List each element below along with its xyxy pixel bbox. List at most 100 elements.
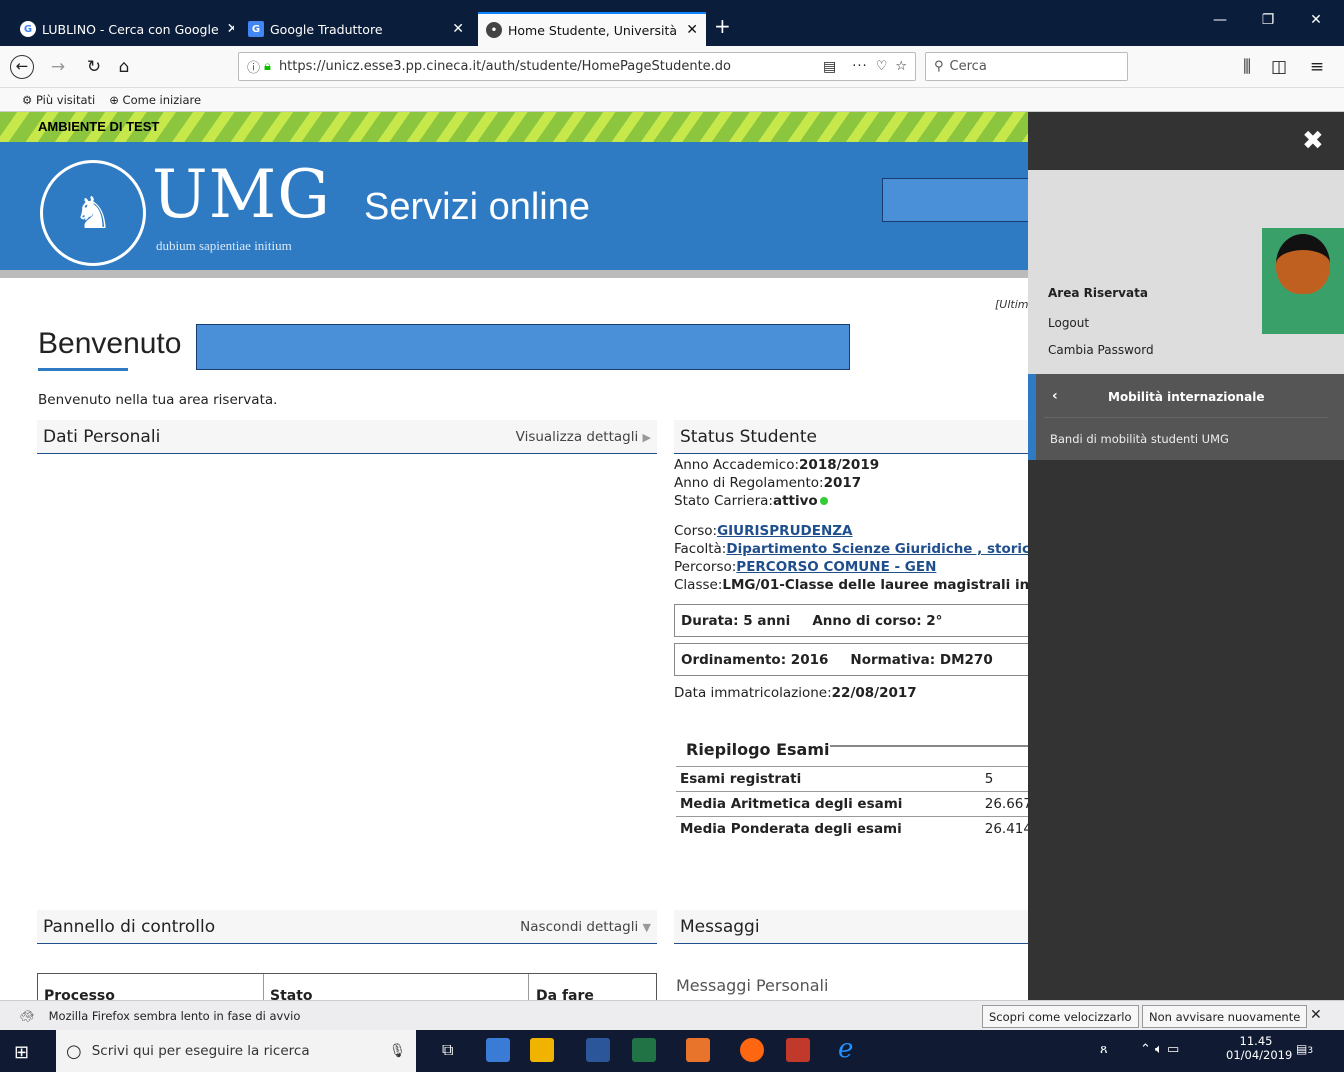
cambia-password-link[interactable]: Cambia Password	[1048, 343, 1154, 357]
bookmark-most-visited[interactable]: ⚙ Più visitati	[22, 93, 95, 107]
tab-google-search[interactable]: G LUBLINO - Cerca con Google ✕	[12, 12, 234, 46]
non-avvisare-button[interactable]: Non avvisare nuovamente	[1142, 1005, 1308, 1028]
pocket-icon[interactable]: ♡	[876, 59, 888, 74]
page-title: Benvenuto	[38, 327, 182, 360]
ordinamento-box: Ordinamento: 2016 Normativa: DM270	[674, 643, 1034, 676]
durata-box: Durata: 5 anni Anno di corso: 2°	[674, 604, 1034, 637]
excel-icon[interactable]	[632, 1038, 656, 1062]
classe: Classe:LMG/01-Classe delle lauree magist…	[674, 577, 1049, 593]
minimize-icon[interactable]: —	[1198, 12, 1242, 34]
menu-icon[interactable]: ≡	[1305, 55, 1329, 79]
university-seal-logo[interactable]: ♞	[40, 160, 146, 266]
url-bar[interactable]: ⓘ 🔒︎ https://unicz.esse3.pp.cineca.it/au…	[238, 52, 916, 81]
percorso: Percorso:PERCORSO COMUNE - GEN	[674, 559, 937, 575]
window-close-icon[interactable]: ✕	[1294, 12, 1338, 34]
file-explorer-icon[interactable]	[530, 1038, 554, 1062]
library-icon[interactable]: ⫼	[1235, 55, 1259, 79]
clock[interactable]: 11.45 01/04/2019	[1226, 1034, 1292, 1062]
back-icon[interactable]: ←	[10, 55, 34, 79]
percorso-link[interactable]: PERCORSO COMUNE - GEN	[736, 559, 936, 575]
action-center-icon[interactable]: ▤3	[1296, 1042, 1313, 1056]
site-icon: •	[486, 22, 502, 38]
forward-icon[interactable]: →	[46, 55, 70, 79]
mobilita-section-title[interactable]: Mobilità internazionale	[1108, 390, 1264, 404]
edge-icon[interactable]: e	[838, 1034, 853, 1064]
tab-home-studente[interactable]: • Home Studente, Università di U ✕	[478, 12, 706, 46]
cortana-icon: ○	[66, 1040, 82, 1062]
tray-icons[interactable]: ⌃ 🔈︎ ▭	[1140, 1042, 1179, 1057]
restore-icon[interactable]: ❐	[1246, 12, 1290, 34]
nascondi-dettagli-link[interactable]: Nascondi dettagli ▼	[520, 919, 651, 935]
table-row: Esami registrati 5	[676, 766, 1036, 792]
facolta-link[interactable]: Dipartimento Scienze Giuridiche , storic…	[726, 541, 1048, 557]
bookmarks-toolbar: ⚙ Più visitati ⊕ Come iniziare	[0, 88, 1344, 112]
reader-view-icon[interactable]: ▤	[823, 59, 836, 75]
word-icon[interactable]	[586, 1038, 610, 1062]
mobilita-menu: ‹ Mobilità internazionale Bandi di mobil…	[1028, 374, 1344, 460]
info-icon[interactable]: ⓘ	[247, 57, 260, 76]
table-row: Media Ponderata degli esami 26.414	[676, 816, 1036, 842]
close-icon[interactable]: ✕	[444, 21, 464, 37]
outlook-icon[interactable]	[686, 1038, 710, 1062]
url-text[interactable]: https://unicz.esse3.pp.cineca.it/auth/st…	[279, 59, 731, 74]
sidebar-icon[interactable]: ◫	[1267, 55, 1291, 79]
people-icon[interactable]: ጸ	[1100, 1042, 1108, 1057]
tab-label: LUBLINO - Cerca con Google	[42, 21, 219, 37]
browser-tab-bar: G LUBLINO - Cerca con Google ✕ G Google …	[0, 0, 1344, 46]
tab-google-translate[interactable]: G Google Traduttore ✕	[240, 12, 472, 46]
facolta: Facoltà:Dipartimento Scienze Giuridiche …	[674, 541, 1049, 557]
close-icon[interactable]: ✕	[678, 22, 698, 38]
bookmark-star-icon[interactable]: ☆	[895, 59, 907, 74]
back-chevron-icon[interactable]: ‹	[1052, 388, 1058, 404]
search-field[interactable]: ⚲ Cerca	[925, 52, 1128, 81]
new-tab-icon[interactable]: +	[714, 14, 731, 38]
section-title: Status Studente	[680, 426, 817, 447]
menu-accent	[1028, 374, 1036, 460]
velocizzare-button[interactable]: Scopri come velocizzarlo	[982, 1005, 1139, 1028]
data-immatricolazione: Data immatricolazione:22/08/2017	[674, 685, 917, 701]
app-red-icon[interactable]	[786, 1038, 810, 1062]
turtle-icon: 🐢︎	[20, 1008, 35, 1023]
user-side-panel: ✖ Area Riservata Logout Cambia Password …	[1028, 112, 1344, 1000]
last-access-label: [Ultim	[995, 298, 1029, 311]
messaggi-header: Messaggi	[674, 910, 1034, 944]
microphone-icon[interactable]: 🎙︎	[389, 1043, 406, 1059]
bandi-mobilita-link[interactable]: Bandi di mobilità studenti UMG	[1050, 432, 1229, 446]
close-icon[interactable]: ✕	[219, 21, 234, 37]
lock-icon: 🔒︎	[264, 59, 271, 74]
task-view-icon[interactable]: ⧉	[442, 1040, 453, 1060]
stato-carriera: Stato Carriera:attivo	[674, 492, 1034, 510]
welcome-subtitle: Benvenuto nella tua area riservata.	[38, 392, 278, 408]
app-icon[interactable]	[486, 1038, 510, 1062]
triangle-down-icon: ▼	[642, 920, 651, 934]
riepilogo-esami: Riepilogo Esami Esami registrati 5 Media …	[676, 740, 1036, 842]
taskbar-search-placeholder: Scrivi qui per eseguire la ricerca	[91, 1043, 310, 1059]
triangle-right-icon: ▶	[642, 430, 651, 444]
bookmark-getting-started[interactable]: ⊕ Come iniziare	[109, 93, 201, 107]
home-icon[interactable]: ⌂	[112, 55, 136, 79]
close-panel-icon[interactable]: ✖	[1302, 126, 1324, 156]
riepilogo-title: Riepilogo Esami	[676, 740, 830, 759]
taskbar-search[interactable]: ○ Scrivi qui per eseguire la ricerca 🎙︎	[56, 1030, 416, 1072]
search-icon: ⚲	[934, 59, 944, 74]
anno-accademico: Anno Accademico:2018/2019	[674, 457, 880, 473]
firefox-notification-bar: 🐢︎ Mozilla Firefox sembra lento in fase …	[0, 1000, 1344, 1030]
redacted-student-name	[196, 324, 850, 370]
avatar	[1262, 228, 1344, 334]
close-notification-icon[interactable]: ✕	[1310, 1007, 1322, 1023]
logout-link[interactable]: Logout	[1048, 316, 1089, 330]
corso-link[interactable]: GIURISPRUDENZA	[717, 523, 852, 539]
logo-text: UMG	[152, 156, 331, 233]
windows-taskbar: ⊞ ○ Scrivi qui per eseguire la ricerca 🎙…	[0, 1030, 1344, 1072]
status-studente-body: Anno Accademico:2018/2019 Anno di Regola…	[674, 456, 1049, 702]
messaggi-personali: Messaggi Personali	[676, 976, 829, 995]
reload-icon[interactable]: ↻	[82, 55, 106, 79]
navigation-bar: ← → ↻ ⌂ ⓘ 🔒︎ https://unicz.esse3.pp.cine…	[0, 46, 1344, 88]
title-underline	[38, 368, 128, 371]
site-title: Servizi online	[364, 186, 590, 228]
visualizza-dettagli-link[interactable]: Visualizza dettagli ▶	[516, 429, 651, 445]
windows-start-icon[interactable]: ⊞	[14, 1042, 29, 1063]
page-actions-icon[interactable]: ···	[852, 59, 867, 74]
corso: Corso:GIURISPRUDENZA	[674, 523, 853, 539]
firefox-icon[interactable]	[740, 1038, 764, 1062]
